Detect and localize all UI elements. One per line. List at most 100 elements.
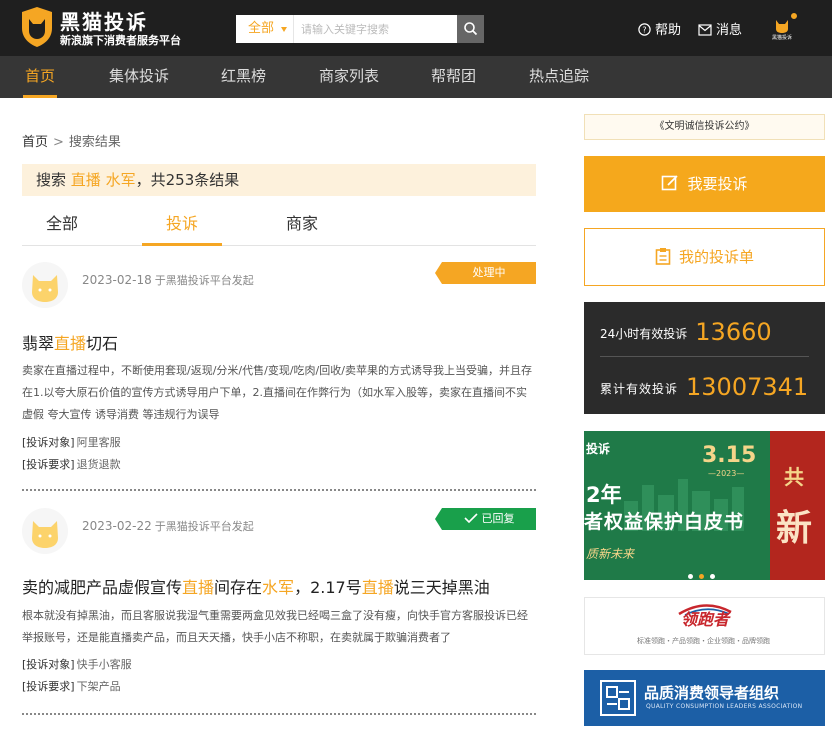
logo-subtitle: 新浪旗下消费者服务平台: [60, 34, 181, 47]
nav-item-help-team[interactable]: 帮帮团: [431, 56, 476, 98]
complaint-title[interactable]: 翡翠直播切石: [22, 330, 118, 354]
leader-ad-sub: 标准领跑・产品领跑・企业领跑・品牌领跑: [637, 637, 770, 645]
result-prefix: 搜索: [36, 171, 67, 189]
field-value: 阿里客服: [76, 436, 121, 449]
site-logo[interactable]: 黑猫投诉 新浪旗下消费者服务平台: [20, 6, 196, 50]
check-icon: [463, 513, 478, 524]
my-complaints-label: 我的投诉单: [678, 248, 754, 266]
title-text: ，2.17号: [294, 578, 362, 597]
carousel-dot-active[interactable]: [699, 574, 704, 579]
complaint-request: [投诉要求] 下架产品: [22, 678, 121, 694]
cat-avatar: [22, 508, 68, 554]
tab-all[interactable]: 全部: [46, 210, 78, 234]
complaint-target: [投诉对象] 快手小客服: [22, 656, 132, 672]
stat-total: 累计有效投诉 13007341: [600, 373, 808, 401]
field-value: 快手小客服: [76, 658, 132, 671]
clipboard-icon: [655, 248, 671, 265]
complaint-stats: 24小时有效投诉 13660 累计有效投诉 13007341: [584, 302, 825, 414]
stat-label: 累计有效投诉: [600, 382, 679, 396]
search-input[interactable]: [294, 15, 456, 43]
search-icon: [464, 22, 478, 36]
complaint-meta: 2023-02-18 于黑猫投诉平台发起: [82, 272, 254, 288]
banner-main-text: 者权益保护白皮书: [584, 511, 745, 533]
result-tabs: 全部 投诉 商家: [22, 200, 536, 246]
tab-complaint[interactable]: 投诉: [166, 210, 198, 234]
complaint-date: 2023-02-22: [82, 519, 152, 533]
help-icon: ?: [638, 23, 651, 36]
my-complaints-button[interactable]: 我的投诉单: [584, 228, 825, 286]
complaint-title[interactable]: 卖的减肥产品虚假宣传直播间存在水军，2.17号直播说三天掉黑油: [22, 574, 490, 598]
field-label: [投诉对象]: [22, 436, 75, 449]
svg-text:黑猫投诉: 黑猫投诉: [772, 34, 792, 41]
user-avatar[interactable]: 黑猫投诉: [768, 12, 798, 42]
carousel-dot[interactable]: [688, 574, 693, 579]
complaint-target: [投诉对象] 阿里客服: [22, 434, 121, 450]
nav-item-red-black-list[interactable]: 红黑榜: [221, 56, 266, 98]
title-highlight: 直播: [54, 334, 87, 353]
help-label: 帮助: [655, 23, 682, 38]
notification-dot: [790, 12, 798, 20]
breadcrumb-home[interactable]: 首页: [22, 135, 48, 150]
stat-value: 13007341: [686, 373, 809, 401]
quality-org-sub: QUALITY CONSUMPTION LEADERS ASSOCIATION: [646, 703, 803, 710]
tab-merchant[interactable]: 商家: [286, 210, 318, 234]
svg-text:?: ?: [642, 26, 646, 35]
mail-icon: [698, 24, 712, 36]
submit-complaint-button[interactable]: 我要投诉: [584, 156, 825, 212]
divider: [22, 489, 536, 491]
title-text: 说三天掉黑油: [393, 578, 490, 597]
org-logo-icon: [600, 680, 636, 716]
search-result-summary: 搜索 直播 水军，共253条结果: [22, 164, 536, 196]
search-box: 全部: [236, 15, 484, 43]
carousel-dots[interactable]: [688, 564, 721, 580]
result-keyword: 水军: [105, 171, 136, 189]
title-text: 切石: [86, 334, 119, 353]
search-category-label: 全部: [248, 21, 275, 36]
complaint-card[interactable]: 2023-02-18 于黑猫投诉平台发起 处理中 翡翠直播切石 卖家在直播过程中，…: [22, 262, 536, 488]
banner-side-big: 新: [776, 508, 813, 549]
complaint-request: [投诉要求] 退货退款: [22, 456, 121, 472]
banner-side-text: 共: [784, 465, 804, 489]
nav-item-hot-tracking[interactable]: 热点追踪: [529, 56, 589, 98]
field-label: [投诉要求]: [22, 680, 75, 693]
quality-org-name: 品质消费领导者组织: [644, 684, 780, 702]
help-link[interactable]: ? 帮助: [638, 19, 681, 38]
title-highlight: 直播: [182, 578, 215, 597]
leader-ad[interactable]: 领跑者 标准领跑・产品领跑・企业领跑・品牌领跑: [584, 597, 825, 655]
banner-red-panel: 共 新: [770, 431, 825, 580]
stat-value: 13660: [695, 318, 772, 346]
active-tab-indicator: [142, 243, 222, 246]
nav-item-group-complaint[interactable]: 集体投诉: [109, 56, 169, 98]
complaint-card[interactable]: 2023-02-22 于黑猫投诉平台发起 已回复 卖的减肥产品虚假宣传直播间存在水…: [22, 508, 536, 712]
breadcrumb: 首页 > 搜索结果: [22, 131, 121, 150]
org-mark-icon: [606, 686, 630, 710]
stat-divider: [600, 356, 809, 357]
status-badge: 处理中: [435, 262, 536, 284]
top-header: 黑猫投诉 新浪旗下消费者服务平台 全部 ? 帮助 消息 黑猫投诉: [0, 0, 832, 56]
caret-down-icon: [281, 27, 287, 32]
title-text: 间存在: [214, 578, 263, 597]
convention-link[interactable]: 《文明诚信投诉公约》: [584, 114, 825, 140]
search-button[interactable]: [457, 15, 484, 43]
quality-org-ad[interactable]: 品质消费领导者组织 QUALITY CONSUMPTION LEADERS AS…: [584, 670, 825, 726]
title-text: 卖的减肥产品虚假宣传: [22, 578, 183, 597]
complaint-date: 2023-02-18: [82, 273, 152, 287]
complaint-body: 根本就没有掉黑油，而且客服说我湿气重需要两盒见效我已经喝三盒了没有瘦，向快手官方…: [22, 609, 528, 644]
message-link[interactable]: 消息: [698, 19, 742, 38]
promo-banner[interactable]: 投诉 2年 3.15 —2023— 者权益保护白皮书 质新未来 共 新: [584, 431, 825, 580]
carousel-dot[interactable]: [710, 574, 715, 579]
stat-label: 24小时有效投诉: [600, 327, 688, 341]
leader-ad-name: 领跑者: [681, 610, 730, 629]
divider: [22, 713, 536, 715]
breadcrumb-current: 搜索结果: [68, 135, 121, 150]
nav-item-home[interactable]: 首页: [22, 56, 58, 98]
status-badge: 已回复: [435, 508, 536, 530]
banner-event-sub: —2023—: [708, 469, 745, 478]
main-nav: 首页 集体投诉 红黑榜 商家列表 帮帮团 热点追踪: [0, 56, 832, 98]
complaint-body: 卖家在直播过程中，不断使用套现/返现/分米/代售/变现/吃肉/回收/卖苹果的方式…: [22, 364, 532, 421]
search-category-select[interactable]: 全部: [236, 15, 294, 43]
complaint-source: 于黑猫投诉平台发起: [154, 274, 254, 287]
nav-item-merchant-list[interactable]: 商家列表: [319, 56, 379, 98]
banner-slogan: 质新未来: [586, 547, 635, 561]
message-label: 消息: [716, 23, 743, 38]
